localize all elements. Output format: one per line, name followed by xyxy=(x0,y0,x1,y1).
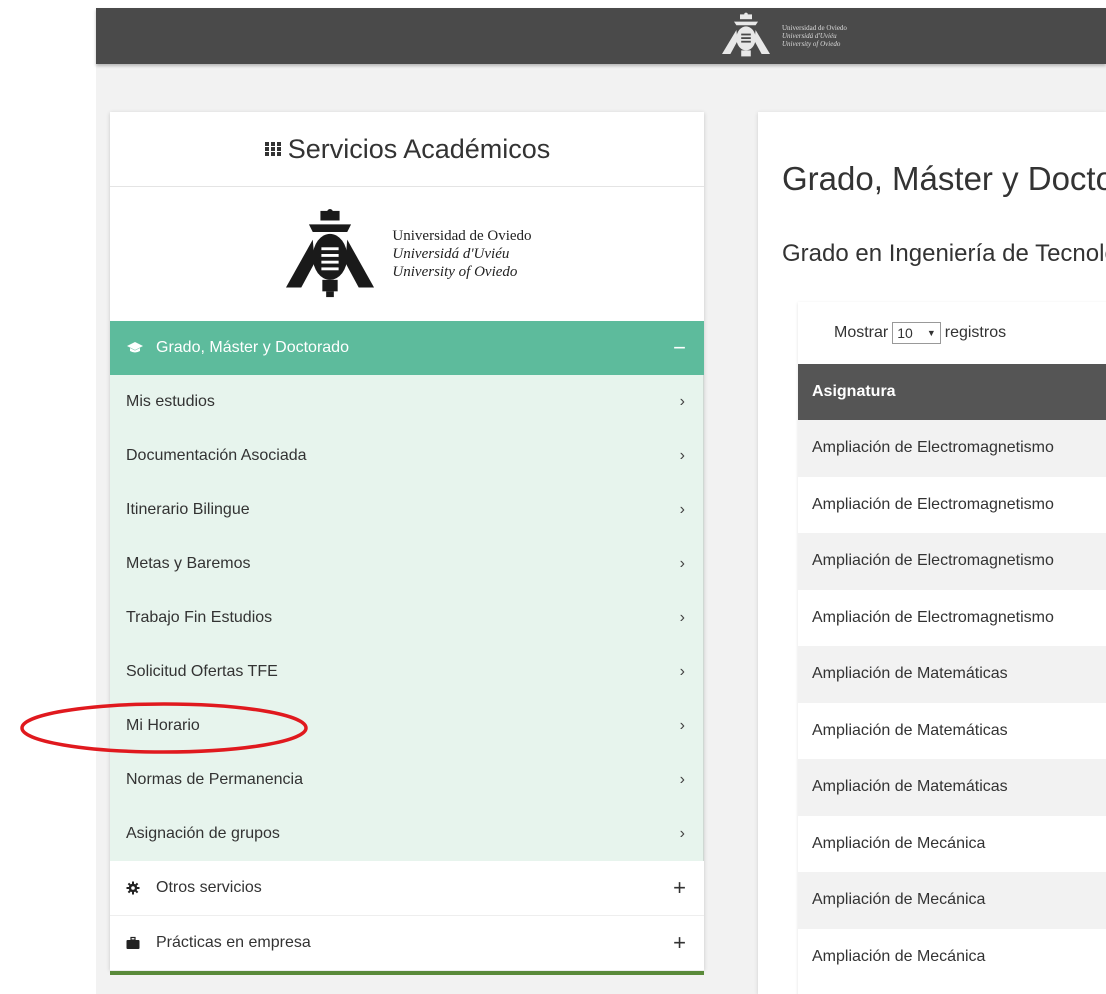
menu-item-label: Mi Horario xyxy=(126,717,200,734)
chevron-right-icon: › xyxy=(679,609,685,626)
menu-item-label: Itinerario Bilingue xyxy=(126,501,250,518)
section-label: Prácticas en empresa xyxy=(156,934,311,951)
chevron-right-icon: › xyxy=(679,393,685,410)
menu-item-label: Mis estudios xyxy=(126,393,215,410)
gear-icon xyxy=(126,881,140,895)
menu-item-itinerario-bilingue[interactable]: Itinerario Bilingue › xyxy=(110,483,703,537)
page: Universidad de Oviedo Universidá d'Uviéu… xyxy=(0,0,1106,994)
expand-icon[interactable]: + xyxy=(673,932,686,954)
expand-icon[interactable]: + xyxy=(673,877,686,899)
submenu: Mis estudios › Documentación Asociada › … xyxy=(110,375,704,861)
header-university-name: Universidad de Oviedo Universidá d'Uviéu… xyxy=(782,24,847,48)
section-label: Grado, Máster y Doctorado xyxy=(156,339,349,356)
menu-item-label: Asignación de grupos xyxy=(126,825,280,842)
show-label: Mostrar xyxy=(834,324,889,341)
top-header-bar: Universidad de Oviedo Universidá d'Uviéu… xyxy=(96,8,1106,64)
table-row[interactable]: Ampliación de Matemáticas xyxy=(798,759,1106,816)
page-subtitle: Grado en Ingeniería de Tecnologías Indus… xyxy=(782,240,1106,267)
menu-item-trabajo-fin-estudios[interactable]: Trabajo Fin Estudios › xyxy=(110,591,703,645)
chevron-right-icon: › xyxy=(679,555,685,572)
table-row[interactable]: Ampliación de Electromagnetismo xyxy=(798,533,1106,590)
table-row[interactable]: Ampliación de Mecánica xyxy=(798,872,1106,929)
menu-item-label: Metas y Baremos xyxy=(126,555,251,572)
menu-item-normas-de-permanencia[interactable]: Normas de Permanencia › xyxy=(110,753,703,807)
header-name-es: Universidad de Oviedo xyxy=(782,24,847,32)
page-size-select[interactable]: 10 ▼ xyxy=(892,322,941,344)
chevron-right-icon: › xyxy=(679,663,685,680)
subjects-table-card: Mostrar 10 ▼ registros Asignatura Amplia… xyxy=(798,302,1106,994)
chevron-right-icon: › xyxy=(679,771,685,788)
menu-item-label: Normas de Permanencia xyxy=(126,771,303,788)
table-header-asignatura[interactable]: Asignatura xyxy=(798,364,1106,420)
table-cell: Ampliación de Matemáticas xyxy=(812,665,1008,683)
header-name-en: University of Oviedo xyxy=(782,40,841,48)
records-label: registros xyxy=(944,324,1007,341)
section-practicas-en-empresa[interactable]: Prácticas en empresa + xyxy=(110,916,704,971)
table-cell: Ampliación de Matemáticas xyxy=(812,778,1008,796)
menu-item-label: Trabajo Fin Estudios xyxy=(126,609,273,626)
main-content: Grado, Máster y Doctorado Grado en Ingen… xyxy=(758,112,1106,994)
university-crest-icon xyxy=(286,209,375,298)
table-cell: Ampliación de Electromagnetismo xyxy=(812,439,1054,457)
logo-name-en: University of Oviedo xyxy=(392,264,518,280)
table-row[interactable]: Ampliación de Matemáticas xyxy=(798,702,1106,759)
grid-icon xyxy=(264,142,281,156)
menu-item-label: Solicitud Ofertas TFE xyxy=(126,663,278,680)
table-row[interactable]: Ampliación de Matemáticas xyxy=(798,646,1106,703)
table-row[interactable]: Ampliación de Mecánica xyxy=(798,815,1106,872)
university-crest-icon xyxy=(722,12,770,57)
table-row[interactable]: Ampliación de Mecánica xyxy=(798,928,1106,985)
menu-item-asignacion-de-grupos[interactable]: Asignación de grupos › xyxy=(110,807,703,861)
menu-item-metas-y-baremos[interactable]: Metas y Baremos › xyxy=(110,537,703,591)
menu-item-label: Documentación Asociada xyxy=(126,447,307,464)
chevron-right-icon: › xyxy=(679,501,685,518)
menu-item-solicitud-ofertas-tfe[interactable]: Solicitud Ofertas TFE › xyxy=(110,645,703,699)
chevron-right-icon: › xyxy=(679,447,685,464)
table-row[interactable]: Ampliación de Electromagnetismo xyxy=(798,589,1106,646)
dropdown-arrow-icon: ▼ xyxy=(926,328,936,338)
section-grado-master-doctorado[interactable]: Grado, Máster y Doctorado − xyxy=(110,321,704,375)
menu-item-documentacion-asociada[interactable]: Documentación Asociada › xyxy=(110,429,703,483)
column-header: Asignatura xyxy=(812,383,896,400)
sidebar-title: Servicios Académicos xyxy=(110,112,704,187)
table-cell: Ampliación de Mecánica xyxy=(812,947,986,965)
table-cell: Ampliación de Electromagnetismo xyxy=(812,495,1054,513)
page-title: Grado, Máster y Doctorado xyxy=(782,160,1106,197)
chevron-right-icon: › xyxy=(679,717,685,734)
table-cell: Ampliación de Electromagnetismo xyxy=(812,552,1054,570)
table-row[interactable]: Ampliación de Electromagnetismo xyxy=(798,420,1106,477)
sidebar-bottom-bar xyxy=(110,971,704,975)
logo-name-ast: Universidá d'Uviéu xyxy=(392,246,510,262)
page-size-value: 10 xyxy=(897,325,913,341)
table-body: Ampliación de Electromagnetismo Ampliaci… xyxy=(798,420,1106,985)
section-otros-servicios[interactable]: Otros servicios + xyxy=(110,861,704,916)
header-logo[interactable]: Universidad de Oviedo Universidá d'Uviéu… xyxy=(716,12,956,60)
sidebar-title-text: Servicios Académicos xyxy=(287,133,551,164)
table-cell: Ampliación de Electromagnetismo xyxy=(812,608,1054,626)
collapse-icon[interactable]: − xyxy=(673,337,686,359)
briefcase-icon xyxy=(126,936,140,949)
table-length-control: Mostrar 10 ▼ registros xyxy=(798,302,1106,364)
table-cell: Ampliación de Mecánica xyxy=(812,891,986,909)
table-cell: Ampliación de Mecánica xyxy=(812,834,986,852)
chevron-right-icon: › xyxy=(679,825,685,842)
sidebar-university-name: Universidad de Oviedo Universidá d'Uviéu… xyxy=(392,227,531,281)
table-cell: Ampliación de Matemáticas xyxy=(812,721,1008,739)
menu-item-mi-horario[interactable]: Mi Horario › xyxy=(110,699,703,753)
sidebar-logo: Universidad de Oviedo Universidá d'Uviéu… xyxy=(110,187,704,321)
sidebar: Servicios Académicos Universidad de Ovie… xyxy=(110,112,704,975)
section-label: Otros servicios xyxy=(156,879,262,896)
graduation-cap-icon xyxy=(127,342,143,353)
menu-item-mis-estudios[interactable]: Mis estudios › xyxy=(110,375,703,429)
header-name-ast: Universidá d'Uviéu xyxy=(782,32,837,40)
logo-name-es: Universidad de Oviedo xyxy=(392,228,532,244)
table-row[interactable]: Ampliación de Electromagnetismo xyxy=(798,476,1106,533)
